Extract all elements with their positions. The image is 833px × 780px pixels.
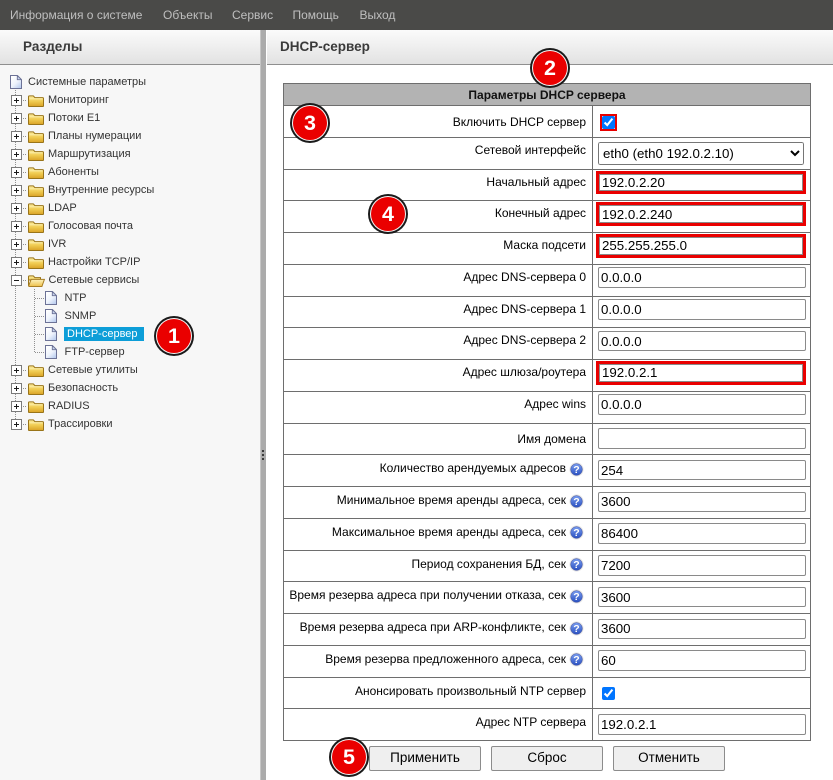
svg-text:?: ? [573,591,579,603]
svg-text:?: ? [573,559,579,571]
svg-text:?: ? [573,527,579,539]
svg-text:?: ? [573,623,579,635]
svg-text:?: ? [573,654,579,666]
svg-text:?: ? [573,496,579,508]
svg-text:?: ? [573,464,579,476]
